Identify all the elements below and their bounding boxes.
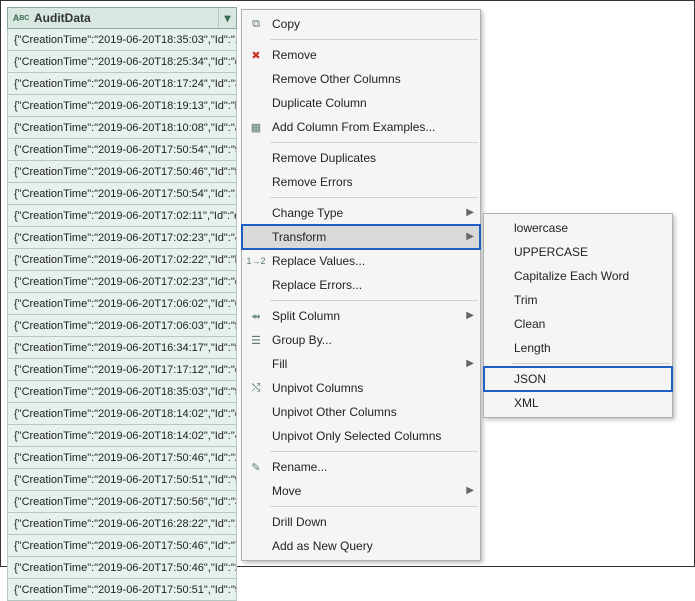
menu-drill-down[interactable]: Drill Down: [242, 510, 480, 534]
menu-separator: [270, 506, 478, 507]
submenu-json[interactable]: JSON: [484, 367, 672, 391]
chevron-right-icon: ▶: [466, 207, 474, 218]
datatype-icon[interactable]: ABC: [12, 9, 30, 27]
table-row[interactable]: {"CreationTime":"2019-06-20T16:34:17","I…: [7, 337, 237, 359]
menu-change-type[interactable]: Change Type ▶: [242, 201, 480, 225]
menu-remove-other-columns[interactable]: Remove Other Columns: [242, 67, 480, 91]
menu-move[interactable]: Move ▶: [242, 479, 480, 503]
menu-remove-errors[interactable]: Remove Errors: [242, 170, 480, 194]
table-row[interactable]: {"CreationTime":"2019-06-20T17:02:23","I…: [7, 271, 237, 293]
menu-add-as-new-query[interactable]: Add as New Query: [242, 534, 480, 558]
split-icon: ⇴: [248, 308, 264, 324]
menu-separator: [512, 363, 670, 364]
menu-unpivot-other-columns[interactable]: Unpivot Other Columns: [242, 400, 480, 424]
table-row[interactable]: {"CreationTime":"2019-06-20T17:50:46","I…: [7, 161, 237, 183]
column-auditdata: ABC AuditData ▾ {"CreationTime":"2019-06…: [7, 7, 237, 601]
chevron-right-icon: ▶: [466, 358, 474, 369]
chevron-right-icon: ▶: [466, 310, 474, 321]
table-row[interactable]: {"CreationTime":"2019-06-20T18:17:24","I…: [7, 73, 237, 95]
menu-separator: [270, 142, 478, 143]
table-row[interactable]: {"CreationTime":"2019-06-20T17:50:46","I…: [7, 557, 237, 579]
menu-split-column[interactable]: ⇴ Split Column ▶: [242, 304, 480, 328]
unpivot-icon: ⤭: [248, 380, 264, 396]
menu-fill[interactable]: Fill ▶: [242, 352, 480, 376]
menu-remove-duplicates[interactable]: Remove Duplicates: [242, 146, 480, 170]
table-row[interactable]: {"CreationTime":"2019-06-20T17:50:51","I…: [7, 579, 237, 601]
column-rows: {"CreationTime":"2019-06-20T18:35:03","I…: [7, 29, 237, 601]
menu-separator: [270, 197, 478, 198]
group-icon: ☰: [248, 332, 264, 348]
transform-submenu: lowercase UPPERCASE Capitalize Each Word…: [483, 213, 673, 418]
table-row[interactable]: {"CreationTime":"2019-06-20T17:06:02","I…: [7, 293, 237, 315]
submenu-uppercase[interactable]: UPPERCASE: [484, 240, 672, 264]
column-header[interactable]: ABC AuditData ▾: [7, 7, 237, 29]
table-icon: ▦: [248, 119, 264, 135]
table-row[interactable]: {"CreationTime":"2019-06-20T18:35:03","I…: [7, 29, 237, 51]
copy-icon: ⧉: [248, 16, 264, 32]
table-row[interactable]: {"CreationTime":"2019-06-20T17:50:54","I…: [7, 183, 237, 205]
filter-dropdown-icon[interactable]: ▾: [218, 8, 236, 28]
remove-icon: ✖: [248, 47, 264, 63]
table-row[interactable]: {"CreationTime":"2019-06-20T17:50:46","I…: [7, 447, 237, 469]
submenu-clean[interactable]: Clean: [484, 312, 672, 336]
table-row[interactable]: {"CreationTime":"2019-06-20T17:06:03","I…: [7, 315, 237, 337]
table-row[interactable]: {"CreationTime":"2019-06-20T17:50:46","I…: [7, 535, 237, 557]
menu-separator: [270, 39, 478, 40]
table-row[interactable]: {"CreationTime":"2019-06-20T17:17:12","I…: [7, 359, 237, 381]
table-row[interactable]: {"CreationTime":"2019-06-20T18:10:08","I…: [7, 117, 237, 139]
chevron-right-icon: ▶: [466, 485, 474, 496]
submenu-trim[interactable]: Trim: [484, 288, 672, 312]
menu-add-column-from-examples[interactable]: ▦ Add Column From Examples...: [242, 115, 480, 139]
context-menu: ⧉ Copy ✖ Remove Remove Other Columns Dup…: [241, 9, 481, 561]
table-row[interactable]: {"CreationTime":"2019-06-20T18:19:13","I…: [7, 95, 237, 117]
table-row[interactable]: {"CreationTime":"2019-06-20T17:50:51","I…: [7, 469, 237, 491]
table-row[interactable]: {"CreationTime":"2019-06-20T17:50:56","I…: [7, 491, 237, 513]
table-row[interactable]: {"CreationTime":"2019-06-20T17:02:23","I…: [7, 227, 237, 249]
rename-icon: ✎: [248, 459, 264, 475]
menu-unpivot-selected-columns[interactable]: Unpivot Only Selected Columns: [242, 424, 480, 448]
table-row[interactable]: {"CreationTime":"2019-06-20T17:02:22","I…: [7, 249, 237, 271]
menu-duplicate-column[interactable]: Duplicate Column: [242, 91, 480, 115]
submenu-capitalize[interactable]: Capitalize Each Word: [484, 264, 672, 288]
chevron-right-icon: ▶: [466, 231, 474, 242]
menu-copy[interactable]: ⧉ Copy: [242, 12, 480, 36]
table-row[interactable]: {"CreationTime":"2019-06-20T18:25:34","I…: [7, 51, 237, 73]
table-row[interactable]: {"CreationTime":"2019-06-20T17:50:54","I…: [7, 139, 237, 161]
menu-transform[interactable]: Transform ▶: [242, 225, 480, 249]
menu-separator: [270, 451, 478, 452]
submenu-lowercase[interactable]: lowercase: [484, 216, 672, 240]
submenu-xml[interactable]: XML: [484, 391, 672, 415]
menu-separator: [270, 300, 478, 301]
menu-unpivot-columns[interactable]: ⤭ Unpivot Columns: [242, 376, 480, 400]
menu-rename[interactable]: ✎ Rename...: [242, 455, 480, 479]
menu-remove[interactable]: ✖ Remove: [242, 43, 480, 67]
table-row[interactable]: {"CreationTime":"2019-06-20T17:02:11","I…: [7, 205, 237, 227]
table-row[interactable]: {"CreationTime":"2019-06-20T16:28:22","I…: [7, 513, 237, 535]
menu-replace-values[interactable]: 1→2 Replace Values...: [242, 249, 480, 273]
replace-icon: 1→2: [248, 253, 264, 269]
table-row[interactable]: {"CreationTime":"2019-06-20T18:14:02","I…: [7, 403, 237, 425]
table-row[interactable]: {"CreationTime":"2019-06-20T18:14:02","I…: [7, 425, 237, 447]
table-row[interactable]: {"CreationTime":"2019-06-20T18:35:03","I…: [7, 381, 237, 403]
menu-group-by[interactable]: ☰ Group By...: [242, 328, 480, 352]
menu-replace-errors[interactable]: Replace Errors...: [242, 273, 480, 297]
submenu-length[interactable]: Length: [484, 336, 672, 360]
column-title: AuditData: [34, 11, 91, 25]
